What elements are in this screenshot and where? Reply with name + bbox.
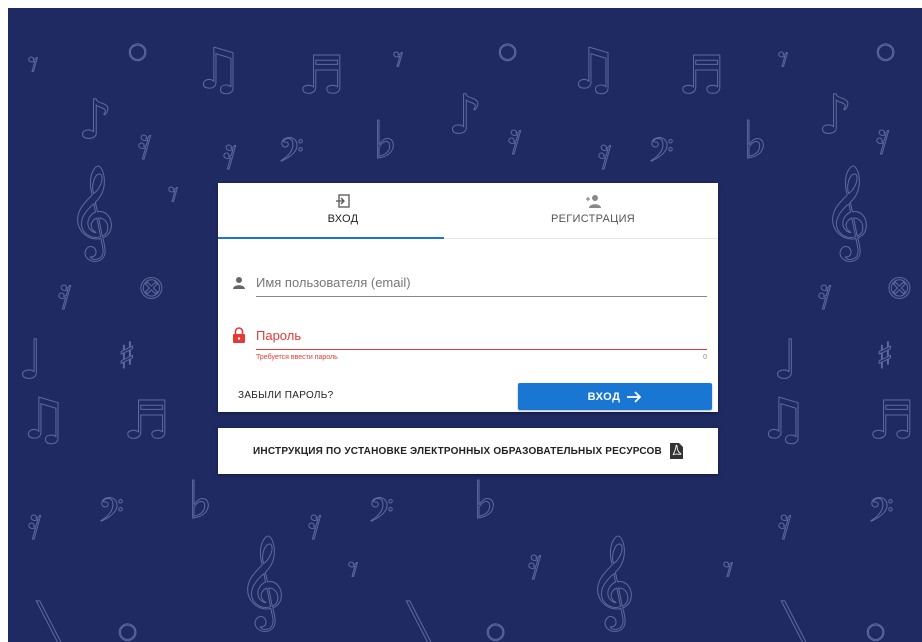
svg-text:♬: ♬ (868, 391, 915, 451)
svg-text:♫: ♫ (18, 387, 68, 452)
svg-text:𝄞: 𝄞 (68, 164, 115, 261)
svg-text:⊗: ⊗ (138, 268, 165, 306)
svg-text:𝄾: 𝄾 (348, 547, 359, 593)
svg-text:𝄢: 𝄢 (868, 492, 894, 538)
pdf-icon (669, 443, 683, 459)
svg-text:○: ○ (118, 619, 137, 642)
svg-text:○: ○ (128, 39, 147, 64)
svg-text:♬: ♬ (678, 46, 725, 106)
svg-text:𝄢: 𝄢 (648, 132, 674, 178)
svg-text:♭: ♭ (188, 471, 213, 531)
password-error-text: Требуется ввести пароль (256, 353, 338, 361)
password-hint-row: Требуется ввести пароль 0 (256, 354, 707, 361)
email-input-wrap (256, 273, 707, 297)
person-add-icon (586, 195, 601, 208)
svg-text:𝄾: 𝄾 (723, 547, 734, 593)
svg-text:○: ○ (876, 39, 895, 64)
svg-text:𝄢: 𝄢 (278, 132, 304, 178)
installation-instructions-link[interactable]: ИНСТРУКЦИЯ ПО УСТАНОВКЕ ЭЛЕКТРОННЫХ ОБРА… (218, 428, 718, 474)
login-button-label: ВХОД (587, 390, 621, 403)
password-underline (256, 348, 707, 350)
svg-text:𝄿: 𝄿 (876, 113, 889, 164)
password-input-wrap: Требуется ввести пароль 0 (256, 326, 707, 361)
svg-text:╲: ╲ (36, 600, 64, 642)
svg-text:♪: ♪ (78, 88, 112, 151)
svg-text:╲: ╲ (406, 600, 434, 642)
password-input[interactable] (256, 326, 707, 344)
login-button[interactable]: ВХОД (518, 383, 712, 410)
svg-text:♬: ♬ (298, 46, 345, 106)
email-input[interactable] (256, 273, 707, 291)
svg-text:♪: ♪ (448, 83, 482, 146)
svg-text:𝄿: 𝄿 (58, 268, 71, 319)
svg-text:♩: ♩ (773, 328, 798, 391)
login-icon (336, 194, 350, 208)
svg-text:𝄾: 𝄾 (168, 172, 179, 218)
svg-text:⊗: ⊗ (886, 268, 913, 306)
email-underline (256, 295, 707, 297)
lock-icon (233, 327, 245, 343)
svg-text:♯: ♯ (118, 336, 135, 377)
svg-text:♫: ♫ (193, 37, 243, 102)
svg-text:𝄾: 𝄾 (393, 37, 404, 83)
person-icon (233, 277, 245, 289)
svg-text:𝄞: 𝄞 (823, 164, 870, 261)
svg-text:𝄿: 𝄿 (223, 128, 236, 179)
svg-text:○: ○ (866, 619, 885, 642)
svg-text:𝄢: 𝄢 (98, 492, 124, 538)
svg-text:♩: ♩ (18, 328, 43, 391)
svg-text:○: ○ (498, 39, 517, 64)
svg-text:♭: ♭ (373, 111, 398, 171)
login-card: ВХОД РЕГИСТРАЦИЯ Имя пользователя (email… (218, 183, 718, 412)
svg-text:𝄿: 𝄿 (598, 128, 611, 179)
svg-text:♭: ♭ (473, 471, 498, 531)
forgot-password-link[interactable]: ЗАБЫЛИ ПАРОЛЬ? (238, 390, 334, 401)
tab-register[interactable]: РЕГИСТРАЦИЯ (468, 183, 718, 238)
svg-text:𝄿: 𝄿 (818, 268, 831, 319)
instructions-label: ИНСТРУКЦИЯ ПО УСТАНОВКЕ ЭЛЕКТРОННЫХ ОБРА… (253, 445, 662, 457)
svg-text:○: ○ (486, 619, 505, 642)
svg-text:𝄿: 𝄿 (28, 498, 41, 549)
svg-text:𝄾: 𝄾 (28, 42, 39, 88)
form-actions: ЗАБЫЛИ ПАРОЛЬ? ВХОД (218, 383, 718, 413)
auth-tabs: ВХОД РЕГИСТРАЦИЯ (218, 183, 718, 239)
svg-text:♫: ♫ (568, 37, 618, 102)
svg-text:♪: ♪ (818, 83, 852, 146)
svg-text:𝄢: 𝄢 (368, 492, 394, 538)
tab-login-label: ВХОД (327, 213, 359, 225)
tab-register-label: РЕГИСТРАЦИЯ (550, 213, 636, 225)
svg-text:𝄞: 𝄞 (588, 534, 635, 631)
svg-text:♭: ♭ (743, 111, 768, 171)
svg-text:𝄿: 𝄿 (508, 113, 521, 164)
arrow-right-icon (627, 390, 642, 403)
password-char-count: 0 (703, 353, 707, 361)
svg-text:♬: ♬ (123, 391, 170, 451)
svg-text:𝄞: 𝄞 (238, 534, 285, 631)
svg-text:♫: ♫ (758, 387, 808, 452)
svg-text:𝄿: 𝄿 (138, 118, 151, 169)
svg-text:╲: ╲ (781, 600, 809, 642)
active-tab-indicator (218, 237, 444, 239)
svg-text:𝄿: 𝄿 (308, 498, 321, 549)
svg-text:𝄿: 𝄿 (778, 498, 791, 549)
svg-text:𝄿: 𝄿 (528, 538, 541, 589)
tab-login[interactable]: ВХОД (218, 183, 468, 238)
svg-text:𝄾: 𝄾 (778, 37, 789, 83)
svg-text:♯: ♯ (876, 336, 893, 377)
